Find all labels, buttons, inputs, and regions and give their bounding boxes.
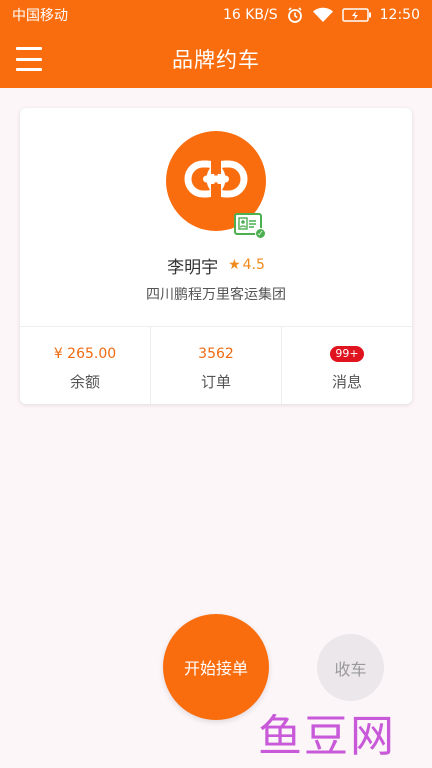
orders-label: 订单 <box>200 373 231 391</box>
alarm-icon <box>286 6 304 24</box>
driver-rating: ★ 4.5 <box>228 257 265 273</box>
star-icon: ★ <box>228 257 241 273</box>
battery-icon <box>341 8 372 22</box>
driver-name-row: 李明宇 ★ 4.5 <box>20 252 412 278</box>
messages-value: 99+ <box>330 345 364 363</box>
balance-label: 余额 <box>69 373 100 391</box>
driver-card: ✓ 李明宇 ★ 4.5 四川鹏程万里客运集团 ¥ 265.00 余额 3562 … <box>20 108 412 404</box>
carrier-label: 中国移动 <box>12 8 68 24</box>
link-icon <box>184 159 248 203</box>
stats-row: ¥ 265.00 余额 3562 订单 99+ 消息 <box>20 326 412 404</box>
driver-name: 李明宇 <box>167 257 219 278</box>
id-card-verified-icon: ✓ <box>234 213 266 239</box>
menu-icon[interactable] <box>16 47 42 71</box>
network-speed: 16 KB/S <box>222 7 278 23</box>
clock-time: 12:50 <box>379 7 420 23</box>
page-title: 品牌约车 <box>172 48 260 72</box>
status-bar: 中国移动 16 KB/S 12:50 <box>0 0 432 30</box>
messages-label: 消息 <box>331 373 362 391</box>
message-count-badge: 99+ <box>330 346 364 362</box>
stat-messages[interactable]: 99+ 消息 <box>281 327 412 404</box>
watermark: 鱼豆网 <box>258 711 396 762</box>
orders-value: 3562 <box>198 346 234 362</box>
company-name: 四川鹏程万里客运集团 <box>146 287 286 303</box>
check-icon: ✓ <box>255 228 266 239</box>
wifi-icon <box>312 7 334 23</box>
stat-balance[interactable]: ¥ 265.00 余额 <box>20 327 150 404</box>
stop-work-button[interactable]: 收车 <box>317 634 384 701</box>
stat-orders[interactable]: 3562 订单 <box>150 327 281 404</box>
rating-value: 4.5 <box>242 257 265 273</box>
balance-value: ¥ 265.00 <box>53 346 117 362</box>
status-right: 16 KB/S 12:50 <box>223 6 420 24</box>
start-accepting-orders-button[interactable]: 开始接单 <box>163 614 269 720</box>
app-bar: 品牌约车 <box>0 30 432 88</box>
